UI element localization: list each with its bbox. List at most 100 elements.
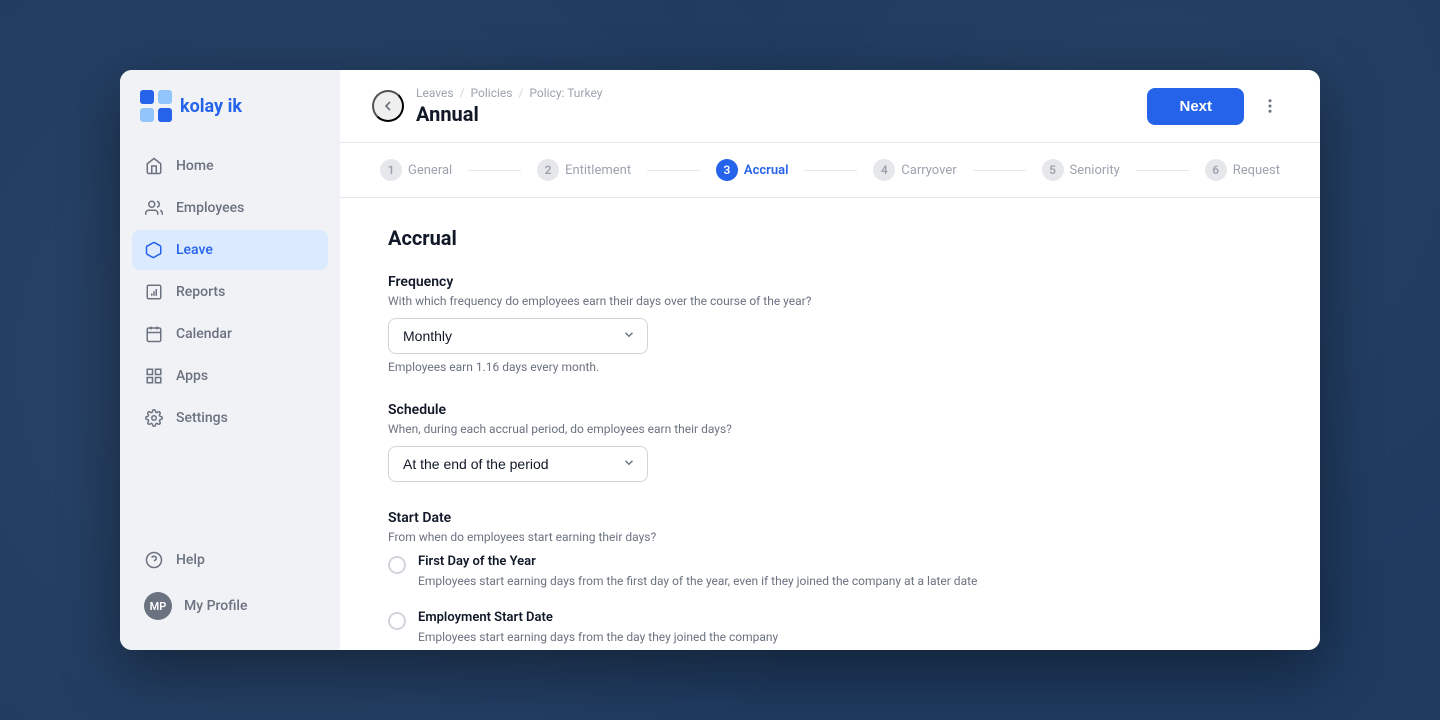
start-date-group: Start Date From when do employees start … (388, 510, 1272, 650)
calendar-icon (144, 324, 164, 344)
radio-first-day[interactable] (388, 556, 406, 574)
step-general[interactable]: 1 General (372, 159, 460, 181)
sidebar-item-help[interactable]: Help (132, 540, 328, 580)
header-left: Leaves / Policies / Policy: Turkey Annua… (372, 86, 602, 126)
app-window: kolay ik Home Employees (120, 70, 1320, 650)
step-general-label: General (408, 163, 452, 178)
step-accrual[interactable]: 3 Accrual (708, 159, 797, 181)
radio-employment-start-desc: Employees start earning days from the da… (418, 628, 778, 646)
nav-items: Home Employees Leave Repor (120, 146, 340, 540)
step-divider-5 (1136, 170, 1189, 171)
radio-option-employment-start[interactable]: Employment Start Date Employees start ea… (388, 610, 1272, 646)
steps-bar: 1 General 2 Entitlement 3 Accrual 4 Carr… (340, 143, 1320, 198)
sidebar-item-home-label: Home (176, 158, 214, 174)
frequency-hint: Employees earn 1.16 days every month. (388, 360, 1272, 374)
frequency-label: Frequency (388, 274, 1272, 290)
grid-icon (144, 366, 164, 386)
more-button[interactable] (1252, 88, 1288, 124)
people-icon (144, 198, 164, 218)
radio-first-day-title: First Day of the Year (418, 554, 977, 569)
step-general-number: 1 (380, 159, 402, 181)
schedule-select-wrapper: At the end of the period At the start of… (388, 446, 648, 482)
sidebar-item-calendar[interactable]: Calendar (132, 314, 328, 354)
header: Leaves / Policies / Policy: Turkey Annua… (340, 70, 1320, 143)
frequency-select[interactable]: Monthly Annually Semi-Monthly Weekly (388, 318, 648, 354)
step-entitlement-number: 2 (537, 159, 559, 181)
next-button[interactable]: Next (1147, 88, 1244, 125)
breadcrumb-leaves[interactable]: Leaves (416, 86, 454, 100)
sidebar-item-leave-label: Leave (176, 242, 213, 258)
frequency-group: Frequency With which frequency do employ… (388, 274, 1272, 374)
breadcrumb: Leaves / Policies / Policy: Turkey Annua… (416, 86, 602, 126)
schedule-group: Schedule When, during each accrual perio… (388, 402, 1272, 482)
sidebar-item-profile[interactable]: MP My Profile (132, 582, 328, 630)
step-divider-1 (468, 170, 521, 171)
home-icon (144, 156, 164, 176)
step-request-label: Request (1233, 163, 1280, 178)
breadcrumb-sep-1: / (460, 86, 465, 100)
sidebar-item-apps-label: Apps (176, 368, 208, 384)
step-entitlement-label: Entitlement (565, 163, 631, 178)
schedule-description: When, during each accrual period, do emp… (388, 422, 1272, 436)
step-seniority[interactable]: 5 Seniority (1034, 159, 1128, 181)
sidebar-item-home[interactable]: Home (132, 146, 328, 186)
schedule-select[interactable]: At the end of the period At the start of… (388, 446, 648, 482)
breadcrumb-sep-2: / (518, 86, 523, 100)
step-carryover-number: 4 (873, 159, 895, 181)
sidebar-item-settings[interactable]: Settings (132, 398, 328, 438)
bar-chart-icon (144, 282, 164, 302)
radio-employment-start-title: Employment Start Date (418, 610, 778, 625)
breadcrumb-path: Leaves / Policies / Policy: Turkey (416, 86, 602, 100)
frequency-select-wrapper: Monthly Annually Semi-Monthly Weekly (388, 318, 648, 354)
main-content: Leaves / Policies / Policy: Turkey Annua… (340, 70, 1320, 650)
sidebar-item-apps[interactable]: Apps (132, 356, 328, 396)
step-seniority-label: Seniority (1070, 163, 1120, 178)
sidebar: kolay ik Home Employees (120, 70, 340, 650)
radio-employment-start[interactable] (388, 612, 406, 630)
start-date-label: Start Date (388, 510, 1272, 526)
step-entitlement[interactable]: 2 Entitlement (529, 159, 639, 181)
step-divider-3 (804, 170, 857, 171)
breadcrumb-policies[interactable]: Policies (471, 86, 513, 100)
frequency-description: With which frequency do employees earn t… (388, 294, 1272, 308)
step-accrual-label: Accrual (744, 163, 789, 178)
sidebar-item-settings-label: Settings (176, 410, 228, 426)
step-seniority-number: 5 (1042, 159, 1064, 181)
page-title: Annual (416, 102, 602, 126)
gear-icon (144, 408, 164, 428)
sidebar-item-reports-label: Reports (176, 284, 225, 300)
sidebar-item-employees-label: Employees (176, 200, 244, 216)
step-request[interactable]: 6 Request (1197, 159, 1288, 181)
accrual-section-title: Accrual (388, 226, 1272, 250)
back-button[interactable] (372, 90, 404, 122)
radio-first-day-content: First Day of the Year Employees start ea… (418, 554, 977, 590)
step-carryover[interactable]: 4 Carryover (865, 159, 964, 181)
logo: kolay ik (120, 90, 340, 146)
logo-text: kolay ik (180, 96, 242, 117)
radio-first-day-desc: Employees start earning days from the fi… (418, 572, 977, 590)
step-request-number: 6 (1205, 159, 1227, 181)
schedule-label: Schedule (388, 402, 1272, 418)
step-carryover-label: Carryover (901, 163, 956, 178)
sidebar-item-profile-label: My Profile (184, 598, 247, 614)
plane-icon (144, 240, 164, 260)
sidebar-item-employees[interactable]: Employees (132, 188, 328, 228)
radio-group: First Day of the Year Employees start ea… (388, 554, 1272, 650)
sidebar-item-help-label: Help (176, 552, 205, 568)
start-date-description: From when do employees start earning the… (388, 530, 1272, 544)
sidebar-item-calendar-label: Calendar (176, 326, 232, 342)
step-divider-4 (973, 170, 1026, 171)
logo-icon (140, 90, 172, 122)
step-accrual-number: 3 (716, 159, 738, 181)
sidebar-item-leave[interactable]: Leave (132, 230, 328, 270)
radio-employment-start-content: Employment Start Date Employees start ea… (418, 610, 778, 646)
nav-bottom: Help MP My Profile (120, 540, 340, 630)
content-area: Accrual Frequency With which frequency d… (340, 198, 1320, 650)
avatar: MP (144, 592, 172, 620)
header-actions: Next (1147, 88, 1288, 125)
step-divider-2 (647, 170, 700, 171)
sidebar-item-reports[interactable]: Reports (132, 272, 328, 312)
question-icon (144, 550, 164, 570)
radio-option-first-day[interactable]: First Day of the Year Employees start ea… (388, 554, 1272, 590)
breadcrumb-policy[interactable]: Policy: Turkey (529, 86, 602, 100)
